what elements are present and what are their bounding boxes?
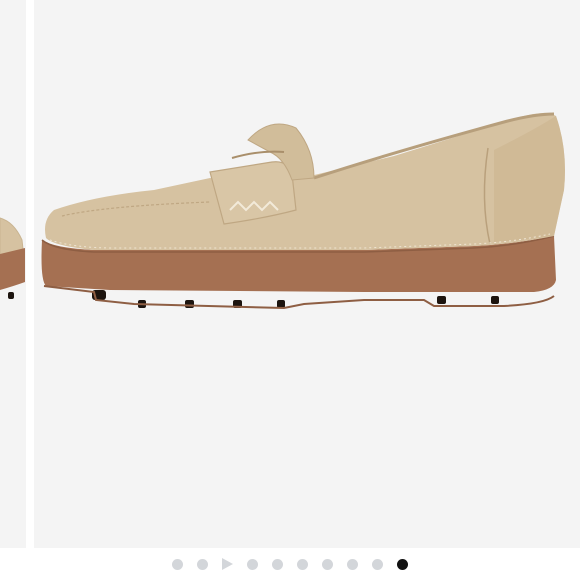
pager-video-play-icon[interactable] bbox=[222, 558, 233, 570]
pager-dot-3[interactable] bbox=[247, 558, 258, 570]
main-product-image[interactable] bbox=[34, 0, 580, 548]
pager-dot-7[interactable] bbox=[347, 558, 358, 570]
pager-dot-6[interactable] bbox=[322, 558, 333, 570]
pager-dot-5[interactable] bbox=[297, 558, 308, 570]
pager-dot-2[interactable] bbox=[197, 558, 208, 570]
pager-dot-current[interactable] bbox=[397, 558, 408, 570]
product-image-carousel[interactable] bbox=[0, 0, 580, 580]
pager-dot-1[interactable] bbox=[172, 558, 183, 570]
carousel-pager bbox=[0, 548, 580, 580]
previous-slide-peek[interactable] bbox=[0, 0, 26, 548]
pager-dot-4[interactable] bbox=[272, 558, 283, 570]
pager-dot-8[interactable] bbox=[372, 558, 383, 570]
previous-shoe-image bbox=[0, 217, 25, 299]
loafer-shoe-image bbox=[41, 112, 565, 310]
